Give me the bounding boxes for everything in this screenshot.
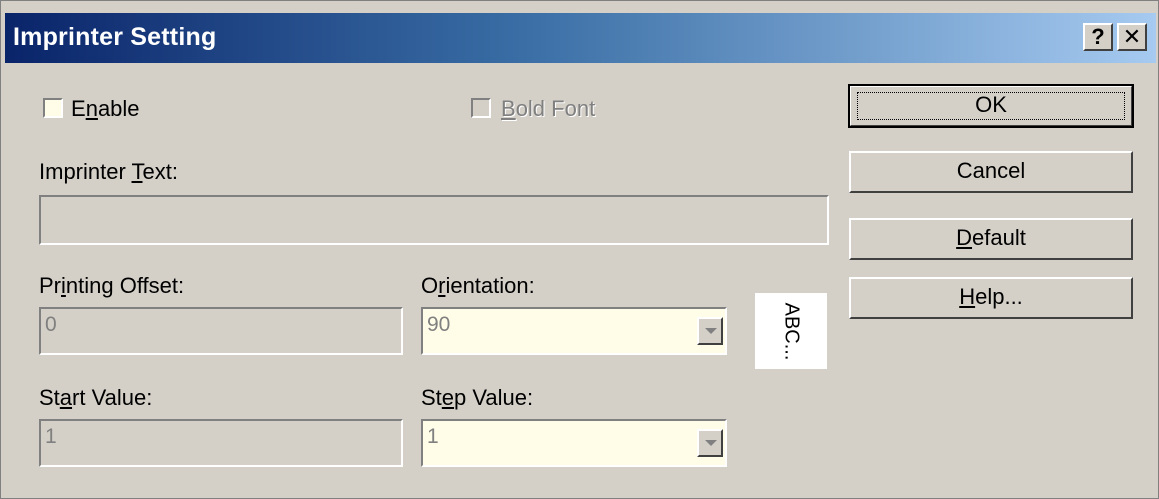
default-button[interactable]: Default xyxy=(849,218,1133,260)
help-button[interactable]: Help... xyxy=(849,277,1133,319)
title-bar[interactable]: Imprinter Setting ? ✕ xyxy=(5,13,1156,63)
window-title: Imprinter Setting xyxy=(13,23,217,51)
imprinter-text-label: Imprinter Text: xyxy=(39,159,178,184)
start-value-value: 1 xyxy=(45,425,57,448)
step-value-label: Step Value: xyxy=(421,385,534,410)
bold-font-checkbox[interactable] xyxy=(471,98,491,118)
orientation-preview: ABC... xyxy=(755,293,827,369)
ok-button[interactable]: OK xyxy=(848,84,1134,128)
close-icon[interactable]: ✕ xyxy=(1117,23,1147,51)
enable-checkbox[interactable] xyxy=(43,98,63,118)
orientation-preview-text: ABC... xyxy=(780,302,803,360)
orientation-value: 90 xyxy=(427,313,451,336)
help-icon[interactable]: ? xyxy=(1083,23,1113,51)
chevron-down-icon[interactable] xyxy=(697,317,723,345)
printing-offset-label: Printing Offset: xyxy=(39,273,185,298)
orientation-label: Orientation: xyxy=(421,273,535,298)
bold-font-label: Bold Font xyxy=(501,96,596,121)
imprinter-text-field[interactable] xyxy=(39,195,829,245)
chevron-down-icon[interactable] xyxy=(697,429,723,457)
printing-offset-value: 0 xyxy=(45,313,57,336)
orientation-select[interactable]: 90 xyxy=(421,307,727,355)
step-value-select[interactable]: 1 xyxy=(421,419,727,467)
step-value-value: 1 xyxy=(427,425,439,448)
imprinter-setting-dialog: Imprinter Setting ? ✕ Enable Bold Font I… xyxy=(0,0,1159,499)
start-value-field[interactable]: 1 xyxy=(39,419,403,467)
cancel-button[interactable]: Cancel xyxy=(849,151,1133,193)
start-value-label: Start Value: xyxy=(39,385,153,410)
printing-offset-field[interactable]: 0 xyxy=(39,307,403,355)
enable-label[interactable]: Enable xyxy=(71,96,140,122)
